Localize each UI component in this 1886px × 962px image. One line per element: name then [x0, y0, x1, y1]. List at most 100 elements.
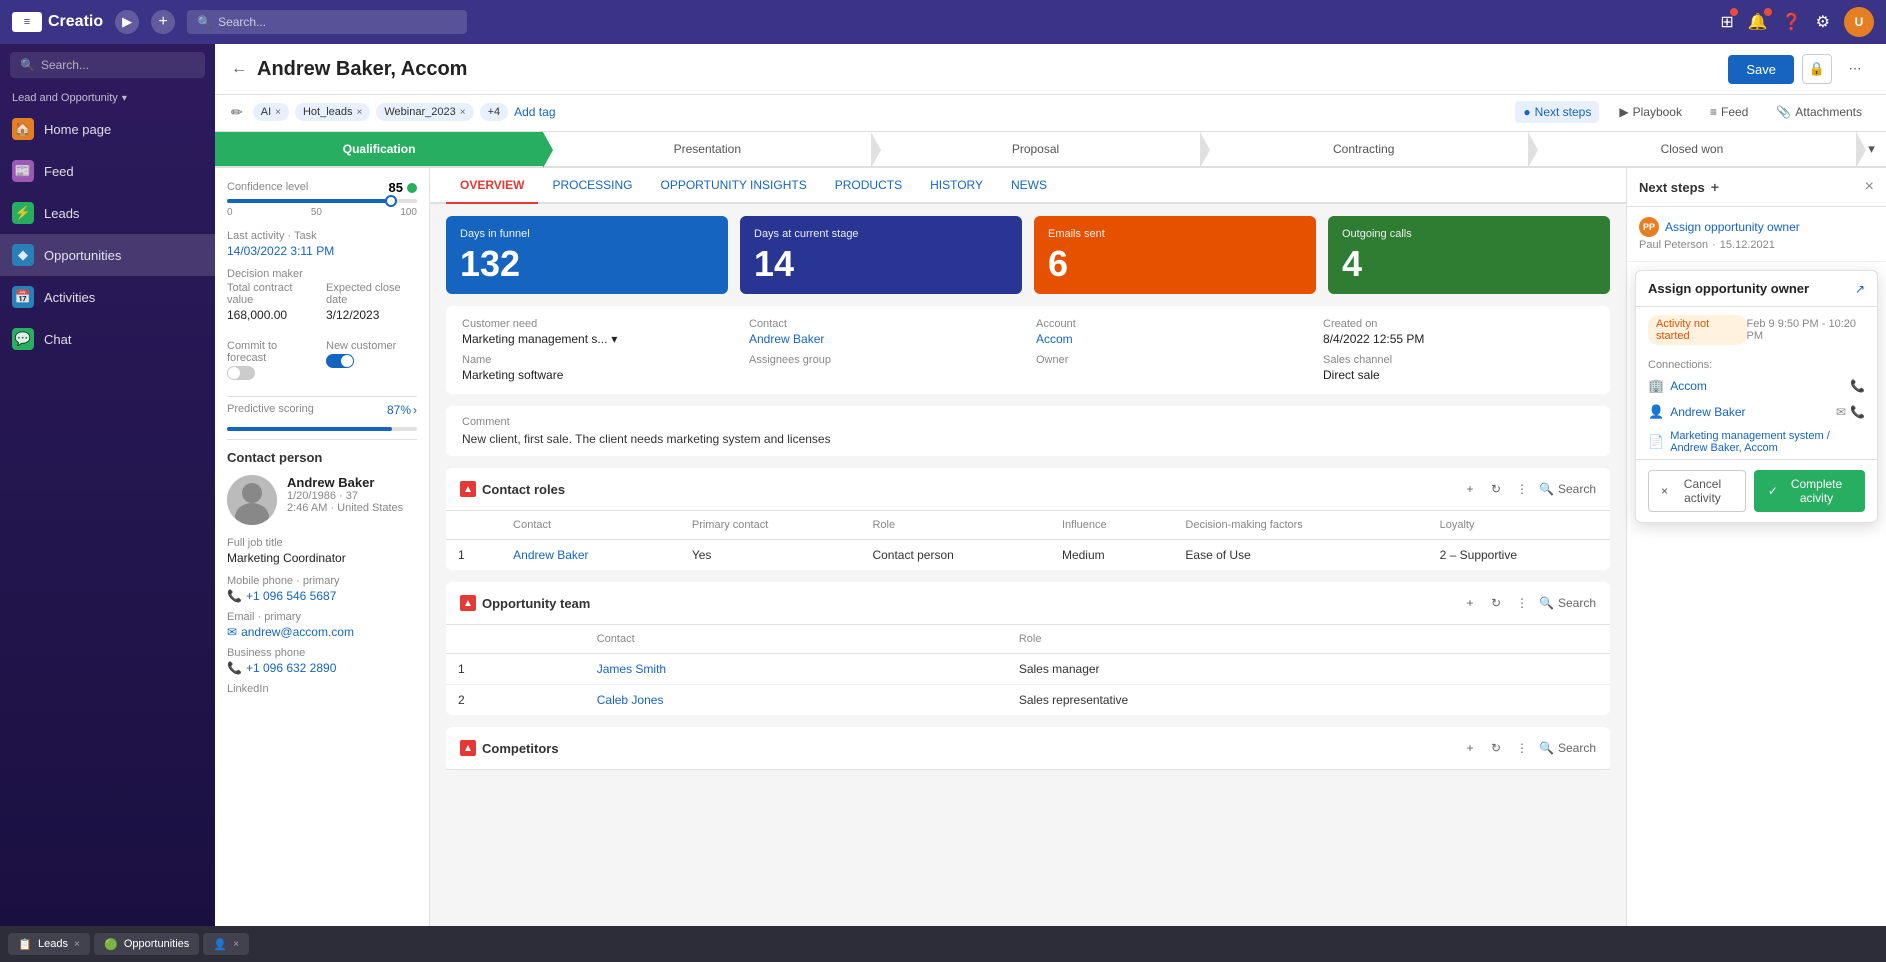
user-taskbar-icon: 👤 — [213, 937, 227, 951]
playbook-button[interactable]: ▶ Playbook — [1611, 101, 1690, 123]
stage-proposal[interactable]: Proposal — [871, 132, 1199, 166]
search-icon: 🔍 — [1539, 596, 1554, 610]
complete-activity-button[interactable]: ✓ Complete acivity — [1754, 470, 1865, 512]
remove-tag-ai[interactable]: × — [275, 107, 281, 118]
search-contact-roles[interactable]: 🔍 Search — [1539, 482, 1596, 496]
tag-more[interactable]: +4 — [480, 103, 509, 121]
sidebar-item-label: Activities — [44, 290, 95, 305]
search-opp-team[interactable]: 🔍 Search — [1539, 596, 1596, 610]
taskbar-item-leads[interactable]: 📋 Leads × — [8, 933, 90, 955]
lock-button[interactable]: 🔒 — [1802, 54, 1832, 84]
help-icon[interactable]: ❓ — [1782, 12, 1802, 32]
tab-news[interactable]: NEWS — [997, 168, 1061, 204]
opportunity-team-header: ▲ Opportunity team + ↻ ⋮ 🔍 Search — [446, 582, 1610, 625]
confidence-slider[interactable] — [227, 199, 417, 203]
contact-roles-table: Contact Primary contact Role Influence D… — [446, 511, 1610, 570]
predictive-value[interactable]: 87% › — [387, 403, 417, 417]
edit-icon[interactable]: ✏ — [231, 104, 243, 121]
cancel-activity-button[interactable]: × Cancel activity — [1648, 470, 1746, 512]
add-button[interactable]: + — [151, 10, 175, 34]
phone-accom-button[interactable]: 📞 — [1850, 379, 1865, 393]
team-member-2[interactable]: Caleb Jones — [585, 685, 1007, 716]
sidebar-item-chat[interactable]: 💬 Chat — [0, 318, 215, 360]
sales-channel-value: Direct sale — [1323, 368, 1594, 382]
close-leads-taskbar[interactable]: × — [74, 939, 80, 950]
next-step-item[interactable]: PP Assign opportunity owner Paul Peterso… — [1627, 207, 1886, 262]
next-steps-button[interactable]: ● Next steps — [1515, 101, 1599, 123]
open-external-button[interactable]: ↗ — [1855, 282, 1865, 296]
back-button[interactable]: ← — [231, 60, 247, 78]
record-header: ← Andrew Baker, Accom Save 🔒 ⋯ — [215, 44, 1886, 95]
contact-value[interactable]: Andrew Baker — [749, 332, 1020, 346]
app-logo[interactable]: ≡ Creatio — [12, 12, 103, 32]
tab-insights[interactable]: OPPORTUNITY INSIGHTS — [646, 168, 820, 204]
team-member-1[interactable]: James Smith — [585, 654, 1007, 685]
remove-tag-hot-leads[interactable]: × — [357, 107, 363, 118]
refresh-competitors-button[interactable]: ↻ — [1485, 737, 1507, 759]
tab-processing[interactable]: PROCESSING — [538, 168, 646, 204]
add-next-step-button[interactable]: + — [1711, 179, 1719, 195]
sidebar-item-opportunities[interactable]: ◆ Opportunities — [0, 234, 215, 276]
business-phone[interactable]: 📞 +1 096 632 2890 — [227, 661, 417, 675]
settings-icon[interactable]: ⚙ — [1816, 12, 1830, 32]
home-icon: 🏠 — [12, 118, 34, 140]
more-options-button[interactable]: ⋯ — [1840, 54, 1870, 84]
save-button[interactable]: Save — [1728, 55, 1794, 84]
add-competitor-button[interactable]: + — [1459, 737, 1481, 759]
popup-datetime: Feb 9 9:50 PM - 10:20 PM — [1747, 318, 1865, 342]
email-andrew-button[interactable]: ✉ — [1836, 405, 1846, 419]
connection-andrew: 👤 Andrew Baker ✉ 📞 — [1636, 399, 1877, 425]
sidebar-section-label[interactable]: Lead and Opportunity ▾ — [0, 86, 215, 108]
customer-need-value[interactable]: Marketing management s... ▾ — [462, 332, 733, 346]
close-next-steps-button[interactable]: × — [1865, 178, 1874, 196]
refresh-contact-roles-button[interactable]: ↻ — [1485, 478, 1507, 500]
search-competitors[interactable]: 🔍 Search — [1539, 741, 1596, 755]
sidebar-item-feed[interactable]: 📰 Feed — [0, 150, 215, 192]
stage-contracting[interactable]: Contracting — [1200, 132, 1528, 166]
taskbar-item-opportunities[interactable]: 🟢 Opportunities — [94, 933, 199, 955]
stage-qualification[interactable]: Qualification — [215, 132, 543, 166]
add-tag-button[interactable]: Add tag — [514, 105, 555, 119]
competitors-header: ▲ Competitors + ↻ ⋮ 🔍 Search — [446, 727, 1610, 770]
taskbar-item-user[interactable]: 👤 × — [203, 933, 249, 955]
assign-popup: Assign opportunity owner ↗ Activity not … — [1635, 270, 1878, 523]
mobile-phone[interactable]: 📞 +1 096 546 5687 — [227, 589, 417, 603]
commit-toggle[interactable] — [227, 366, 255, 380]
sidebar-search[interactable]: 🔍 Search... — [10, 52, 205, 78]
refresh-opp-team-button[interactable]: ↻ — [1485, 592, 1507, 614]
tab-history[interactable]: HISTORY — [916, 168, 997, 204]
sidebar-item-leads[interactable]: ⚡ Leads — [0, 192, 215, 234]
email-link[interactable]: ✉ andrew@accom.com — [227, 625, 417, 639]
table-row: 1 Andrew Baker Yes Contact person Medium… — [446, 540, 1610, 571]
name-field: Name Marketing software — [462, 354, 733, 382]
sidebar-item-activities[interactable]: 📅 Activities — [0, 276, 215, 318]
more-contact-roles-button[interactable]: ⋮ — [1511, 478, 1533, 500]
confidence-indicator — [407, 183, 417, 193]
bell-icon[interactable]: 🔔 — [1748, 12, 1768, 32]
tab-overview[interactable]: OVERVIEW — [446, 168, 538, 204]
add-opp-team-button[interactable]: + — [1459, 592, 1481, 614]
stage-closed-won[interactable]: Closed won — [1528, 132, 1856, 166]
sidebar-nav: 🏠 Home page 📰 Feed ⚡ Leads ◆ Opportuniti… — [0, 108, 215, 926]
more-opp-team-button[interactable]: ⋮ — [1511, 592, 1533, 614]
grid-icon[interactable]: ⊞ — [1720, 12, 1733, 32]
phone-andrew-button[interactable]: 📞 — [1850, 405, 1865, 419]
sidebar-item-homepage[interactable]: 🏠 Home page — [0, 108, 215, 150]
last-activity-value[interactable]: 14/03/2022 3:11 PM — [227, 244, 417, 258]
feed-button[interactable]: ≡ Feed — [1702, 101, 1756, 123]
add-contact-role-button[interactable]: + — [1459, 478, 1481, 500]
account-value[interactable]: Accom — [1036, 332, 1307, 346]
status-badge: Activity not started — [1648, 315, 1747, 345]
attachments-button[interactable]: 📎 Attachments — [1768, 101, 1870, 123]
remove-tag-webinar[interactable]: × — [460, 107, 466, 118]
global-search[interactable]: 🔍 Search... — [187, 10, 467, 34]
stage-presentation[interactable]: Presentation — [543, 132, 871, 166]
close-user-taskbar[interactable]: × — [233, 939, 239, 950]
contact-role-contact[interactable]: Andrew Baker — [501, 540, 680, 571]
tag-ai: AI × — [253, 103, 289, 121]
user-avatar[interactable]: U — [1844, 7, 1874, 37]
more-competitors-button[interactable]: ⋮ — [1511, 737, 1533, 759]
new-customer-toggle-btn[interactable] — [326, 354, 354, 368]
tab-products[interactable]: PRODUCTS — [821, 168, 916, 204]
play-button[interactable]: ▶ — [115, 10, 139, 34]
